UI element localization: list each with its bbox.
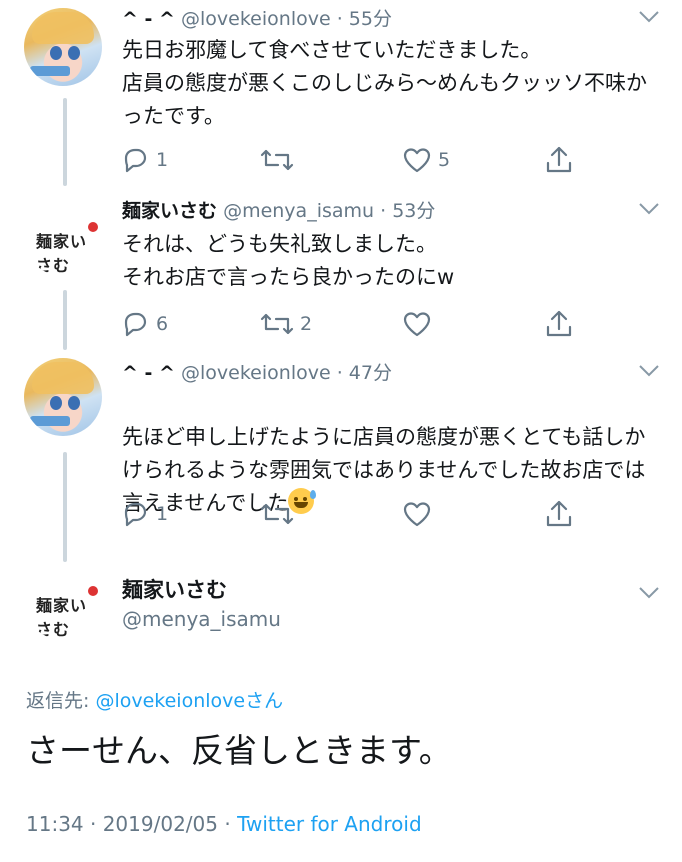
user-handle[interactable]: @lovekeionlove [181,8,331,30]
tweet-actions: 6 2 [120,306,580,342]
reply-button[interactable]: 6 [120,306,168,342]
tweet[interactable]: ^ - ^ @lovekeionlove · 47分 先ほど申し上げたように店員… [0,350,682,550]
like-button[interactable]: 5 [402,142,450,178]
reply-count: 1 [156,149,169,171]
share-icon [546,146,572,173]
tweet-timestamp: 11:34 · 2019/02/05 · [26,812,238,836]
tweet-text: 先日お邪魔して食べさせていただきました。 店員の態度が悪くこのしじみら〜めんもク… [122,38,647,128]
heart-icon [403,148,431,173]
heart-icon [403,502,431,527]
tweet-text: それは、どうも失礼致しました。 それお店で言ったら良かったのにw [122,232,455,289]
tweet[interactable]: 麺家いさむ 麺家いさむ @menya_isamu · 53分 それは、どうも失礼… [0,190,682,350]
tweet-header: ^ - ^ @lovekeionlove · 47分 [122,362,392,384]
tweet-time[interactable]: 55分 [349,8,392,30]
retweet-icon [260,313,294,335]
retweet-icon [260,149,294,171]
share-button[interactable] [544,496,574,532]
like-button[interactable] [402,306,438,342]
reply-icon [124,148,147,173]
tweet-time[interactable]: 53分 [392,200,435,222]
tweet-header: ^ - ^ @lovekeionlove · 55分 [122,8,392,30]
avatar[interactable]: 麺家いさむ [24,562,102,640]
avatar[interactable] [24,358,102,436]
retweet-count: 2 [300,313,313,335]
like-button[interactable] [402,496,438,532]
chevron-down-icon[interactable] [638,586,660,600]
tweet-actions: 1 5 [120,142,580,178]
retweet-button[interactable]: 2 [260,306,312,342]
source-link[interactable]: Twitter for Android [237,812,422,836]
main-tweet-text: さーせん、反省しときます。 [26,731,452,770]
chevron-down-icon[interactable] [638,202,660,216]
tweet-time[interactable]: 47分 [349,362,392,384]
user-handle[interactable]: @menya_isamu [122,607,281,631]
reply-icon [124,312,147,337]
retweet-button[interactable] [260,142,300,178]
reply-button[interactable]: 1 [120,142,168,178]
retweet-icon [260,503,294,525]
shop-logo: 麺家いさむ [36,596,88,639]
shop-logo: 麺家いさむ [36,232,88,275]
display-name[interactable]: 麺家いさむ [122,574,227,604]
avatar[interactable] [24,8,102,86]
share-button[interactable] [544,306,574,342]
tweet[interactable]: ^ - ^ @lovekeionlove · 55分 先日お邪魔して食べさせてい… [0,0,682,190]
share-button[interactable] [544,142,574,178]
chevron-down-icon[interactable] [638,364,660,378]
chevron-down-icon[interactable] [638,10,660,24]
user-handle[interactable]: @menya_isamu [223,200,374,222]
display-name[interactable]: ^ - ^ [122,8,175,30]
share-icon [546,500,572,527]
share-icon [546,310,572,337]
user-handle[interactable]: @lovekeionlove [181,362,331,384]
tweet-meta: 11:34 · 2019/02/05 · Twitter for Android [26,812,422,836]
heart-icon [403,312,431,337]
reply-count: 1 [156,503,169,525]
reply-icon [124,502,147,527]
reply-button[interactable]: 1 [120,496,168,532]
reply-to-line: 返信先: @lovekeionloveさん [26,686,283,713]
reply-prefix: 返信先: [26,690,96,712]
like-count: 5 [438,149,451,171]
avatar[interactable]: 麺家いさむ [24,198,102,276]
tweet-actions: 1 [120,496,580,532]
display-name[interactable]: ^ - ^ [122,362,175,384]
retweet-button[interactable] [260,496,300,532]
reply-count: 6 [156,313,169,335]
display-name[interactable]: 麺家いさむ [122,200,217,222]
tweet-header: 麺家いさむ @menya_isamu · 53分 [122,200,436,222]
reply-target-link[interactable]: @lovekeionloveさん [95,690,283,712]
